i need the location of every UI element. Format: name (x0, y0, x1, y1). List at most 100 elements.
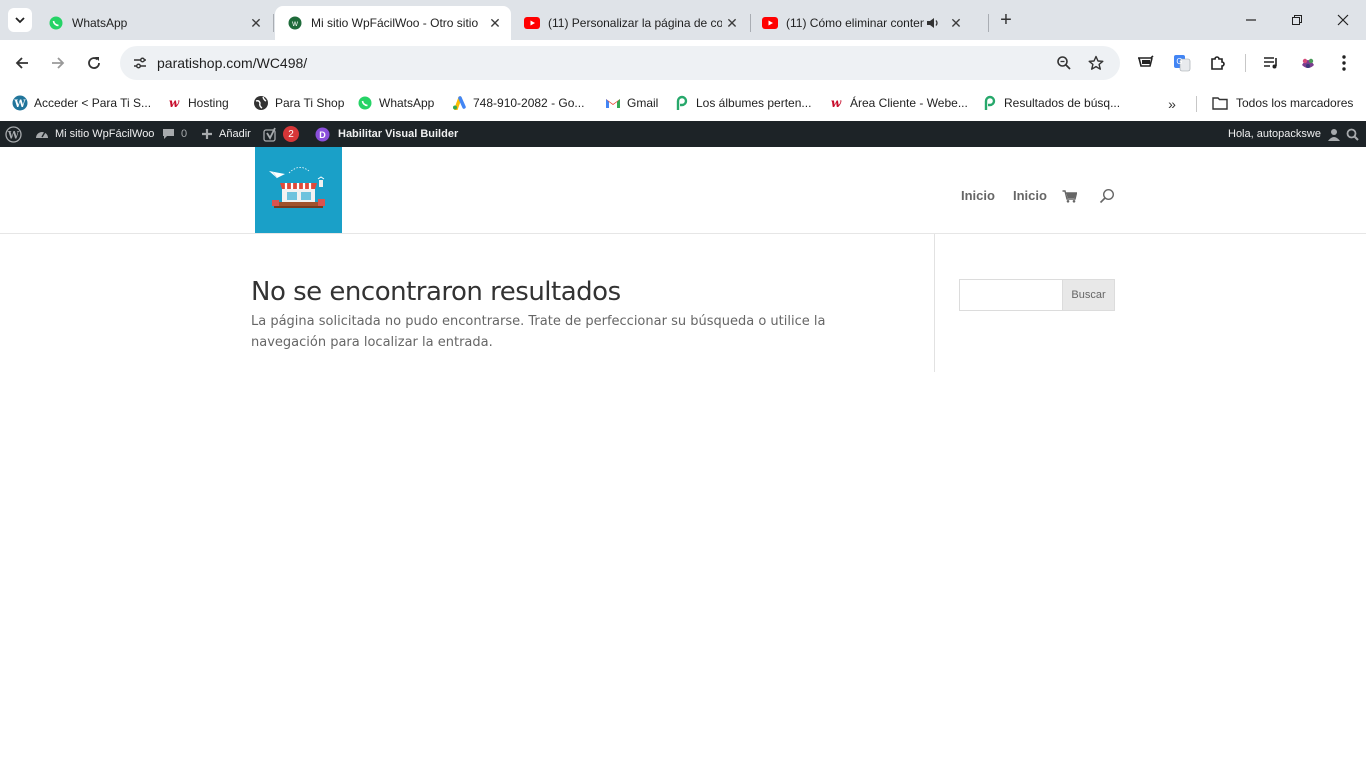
url-text: paratishop.com/WC498/ (157, 55, 308, 71)
tab-divider (273, 14, 274, 32)
svg-text:G: G (1176, 57, 1182, 66)
wp-add-new[interactable]: Añadir (201, 121, 251, 147)
nav-menu-inicio-2[interactable]: Inicio (1013, 188, 1047, 203)
tab-youtube-personalizar[interactable]: (11) Personalizar la página de co ✕ (512, 6, 748, 40)
new-tab-button[interactable]: + (994, 8, 1018, 32)
wordpress-icon: W (12, 95, 28, 111)
restore-icon (1292, 15, 1302, 25)
bookmark-label: Los álbumes perten... (696, 96, 812, 110)
toolbar-divider (1245, 54, 1246, 72)
svg-text:W: W (7, 130, 20, 141)
close-tab-icon[interactable]: ✕ (246, 13, 266, 33)
reload-button[interactable] (80, 49, 108, 77)
cart-icon[interactable] (1060, 187, 1078, 205)
tab-search-button[interactable] (8, 8, 32, 32)
close-tab-icon[interactable]: ✕ (485, 13, 505, 33)
back-button[interactable] (8, 49, 36, 77)
comment-icon (162, 128, 175, 140)
search-icon (1346, 128, 1359, 141)
tab-title: Mi sitio WpFácilWoo - Otro sitio (311, 16, 479, 30)
close-tab-icon[interactable]: ✕ (946, 13, 966, 33)
svg-text:W: W (13, 99, 26, 110)
tab-youtube-eliminar[interactable]: (11) Cómo eliminar contenido ✕ (750, 6, 986, 40)
bookmark-albumes[interactable]: Los álbumes perten... (674, 91, 811, 115)
visual-builder-label: Habilitar Visual Builder (338, 128, 459, 140)
gmail-icon (605, 95, 621, 111)
restore-window-button[interactable] (1274, 0, 1320, 40)
tab-title: WhatsApp (72, 16, 128, 30)
wp-logo-menu[interactable]: W (5, 121, 22, 147)
chevron-down-icon (15, 17, 25, 24)
wordpress-icon: W (5, 125, 22, 143)
tab-title: (11) Personalizar la página de co (548, 16, 722, 30)
address-bar[interactable]: paratishop.com/WC498/ (120, 46, 1120, 80)
svg-text:w: w (291, 19, 298, 28)
bookmark-resultados[interactable]: Resultados de búsq... (982, 91, 1120, 115)
bookmark-area-cliente[interactable]: w Área Cliente - Webe... (828, 91, 968, 115)
whatsapp-icon (48, 15, 64, 31)
site-logo[interactable] (255, 147, 342, 233)
wpfacil-icon: w (287, 15, 303, 31)
youtube-icon (762, 15, 778, 31)
tab-divider (988, 14, 989, 32)
close-window-button[interactable] (1320, 0, 1366, 40)
extension-shopping-icon[interactable] (1134, 51, 1158, 75)
bookmark-label: Área Cliente - Webe... (850, 96, 968, 110)
more-bookmarks-button[interactable]: » (1160, 93, 1184, 115)
bookmark-label: Gmail (627, 96, 659, 110)
bookmark-hosting[interactable]: w Hosting (166, 91, 229, 115)
media-control-icon[interactable] (1259, 51, 1283, 75)
picsart-icon (982, 95, 998, 111)
dashboard-icon (35, 128, 49, 140)
bookmarks-bar: W Acceder < Para Ti S... w Hosting Para … (0, 86, 1366, 121)
google-translate-icon[interactable]: G (1170, 51, 1194, 75)
bookmark-acceder[interactable]: W Acceder < Para Ti S... (12, 91, 151, 115)
speaker-icon[interactable] (924, 17, 942, 29)
webempresa-icon: w (166, 95, 182, 111)
forward-button[interactable] (44, 49, 72, 77)
profile-avatar[interactable] (1296, 51, 1320, 75)
sidebar-search-button[interactable]: Buscar (1062, 279, 1115, 311)
extensions-puzzle-icon[interactable] (1206, 51, 1230, 75)
close-icon (1337, 14, 1349, 26)
bookmark-gmail[interactable]: Gmail (605, 91, 658, 115)
site-header: Inicio Inicio (0, 147, 1366, 234)
site-name-label: Mi sitio WpFácilWoo (55, 128, 155, 140)
wp-account-menu[interactable]: Hola, autopackswe (1228, 121, 1347, 147)
zoom-icon[interactable] (1054, 53, 1074, 73)
wp-site-name[interactable]: Mi sitio WpFácilWoo (35, 121, 154, 147)
site-info-icon[interactable] (128, 51, 152, 75)
chrome-menu-icon[interactable] (1332, 51, 1356, 75)
greeting-label: Hola, autopackswe (1228, 128, 1321, 140)
add-new-label: Añadir (219, 128, 251, 140)
tab-mi-sitio[interactable]: w Mi sitio WpFácilWoo - Otro sitio ✕ (275, 6, 511, 40)
bookmark-whatsapp[interactable]: WhatsApp (357, 91, 434, 115)
google-ads-icon (451, 95, 467, 111)
all-bookmarks-button[interactable]: Todos los marcadores (1212, 91, 1353, 115)
comments-count: 0 (181, 128, 188, 140)
shop-logo-icon (269, 167, 325, 208)
sidebar-search-input[interactable] (959, 279, 1063, 311)
sidebar-divider (934, 234, 935, 372)
wp-visual-builder[interactable]: D Habilitar Visual Builder (315, 121, 458, 147)
nav-menu-inicio[interactable]: Inicio (961, 188, 995, 203)
yoast-icon (263, 127, 279, 142)
picsart-icon (674, 95, 690, 111)
bookmark-star-icon[interactable] (1086, 53, 1106, 73)
wp-yoast-menu[interactable]: 2 (263, 121, 299, 147)
bookmark-label: Para Ti Shop (275, 96, 345, 110)
tab-whatsapp[interactable]: WhatsApp ✕ (36, 6, 272, 40)
wp-comments[interactable]: 0 (162, 121, 187, 147)
wp-search[interactable] (1346, 121, 1359, 147)
minimize-window-button[interactable] (1228, 0, 1274, 40)
bookmark-google-ads[interactable]: 748-910-2082 - Go... (451, 91, 584, 115)
svg-text:w: w (169, 96, 180, 110)
arrow-right-icon (52, 57, 65, 69)
bookmark-label: Todos los marcadores (1236, 96, 1354, 110)
header-search-icon[interactable] (1098, 187, 1116, 205)
svg-text:w: w (831, 96, 842, 110)
reload-icon (88, 57, 100, 69)
bookmark-para-ti-shop[interactable]: Para Ti Shop (253, 91, 344, 115)
close-tab-icon[interactable]: ✕ (722, 13, 742, 33)
bookmark-label: Acceder < Para Ti S... (34, 96, 152, 110)
